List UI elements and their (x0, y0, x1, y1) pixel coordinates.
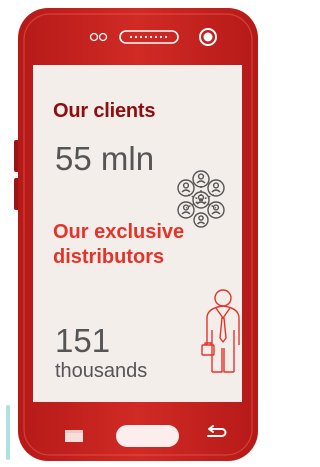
recent-apps-icon[interactable] (65, 430, 83, 442)
clients-title: Our clients (53, 100, 156, 122)
home-button-icon[interactable] (116, 425, 179, 447)
distributors-unit: thousands (55, 360, 148, 382)
side-accent (6, 405, 10, 460)
clients-value: 55 mln (55, 140, 155, 177)
distributors-value: 151 (55, 322, 111, 359)
distributors-title: Our exclusive distributors (53, 221, 185, 268)
